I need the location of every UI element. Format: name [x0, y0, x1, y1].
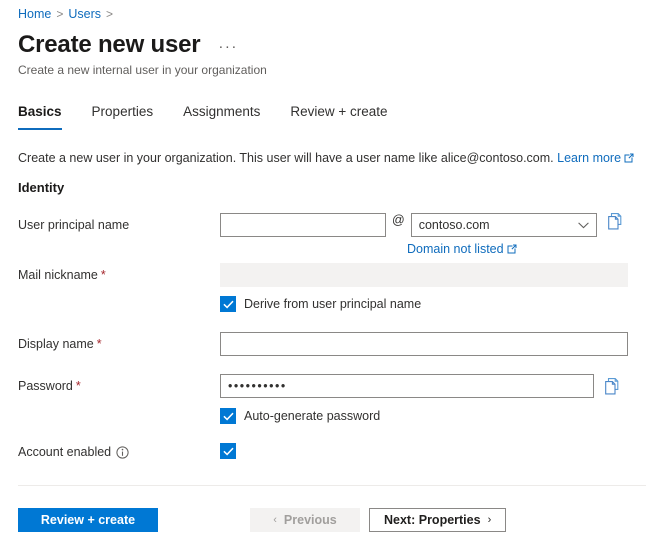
section-heading-identity: Identity: [18, 180, 65, 195]
identity-form: User principal name @ contoso.com Domain…: [0, 213, 656, 473]
label-display-name: Display name *: [0, 332, 220, 356]
field-row-display-name: Display name *: [0, 332, 656, 374]
footer-actions: Review + create ‹ Previous Next: Propert…: [18, 508, 507, 532]
breadcrumb: Home > Users >: [18, 6, 118, 22]
required-marker: *: [96, 337, 102, 351]
field-row-derive-checkbox: Derive from user principal name: [0, 296, 656, 332]
label-account-enabled: Account enabled: [0, 443, 220, 461]
more-options-button[interactable]: ···: [218, 28, 238, 62]
learn-more-link[interactable]: Learn more: [557, 151, 621, 165]
label-mail-nickname: Mail nickname *: [0, 263, 220, 287]
mail-nickname-input: [220, 263, 628, 287]
external-link-icon: [624, 151, 634, 168]
label-text: User principal name: [18, 218, 130, 232]
copy-user-principal-name-button[interactable]: [607, 213, 623, 230]
user-principal-name-input[interactable]: [220, 213, 386, 237]
breadcrumb-item-users[interactable]: Users: [68, 6, 101, 22]
breadcrumb-separator: >: [56, 7, 64, 21]
info-icon[interactable]: [116, 445, 129, 459]
page-title: Create new user: [18, 31, 201, 58]
external-link-icon: [507, 242, 517, 258]
account-enabled-checkbox[interactable]: [220, 443, 236, 459]
field-row-user-principal-name: User principal name @ contoso.com Domain…: [0, 213, 656, 263]
previous-button[interactable]: ‹ Previous: [250, 508, 360, 532]
breadcrumb-separator: >: [106, 7, 114, 21]
field-row-account-enabled: Account enabled: [0, 443, 656, 473]
at-sign-label: @: [392, 213, 405, 227]
field-row-mail-nickname: Mail nickname *: [0, 263, 656, 296]
field-row-autogenerate-checkbox: Auto-generate password: [0, 408, 656, 443]
field-row-password: Password *: [0, 374, 656, 408]
derive-from-upn-checkbox-row[interactable]: Derive from user principal name: [220, 296, 421, 312]
intro-text: Create a new user in your organization. …: [18, 151, 554, 165]
next-button-label: Next: Properties: [384, 513, 481, 527]
label-text: Display name: [18, 337, 94, 351]
domain-not-listed-link[interactable]: Domain not listed: [407, 242, 504, 256]
tab-assignments[interactable]: Assignments: [183, 103, 260, 130]
tab-properties[interactable]: Properties: [92, 103, 154, 130]
domain-select[interactable]: contoso.com: [410, 213, 597, 237]
auto-generate-password-checkbox[interactable]: [220, 408, 236, 424]
chevron-down-icon: [577, 222, 589, 229]
auto-generate-password-label: Auto-generate password: [244, 409, 381, 423]
review-create-button[interactable]: Review + create: [18, 508, 158, 532]
footer-divider: [18, 485, 646, 486]
label-user-principal-name: User principal name: [0, 213, 220, 237]
derive-from-upn-checkbox[interactable]: [220, 296, 236, 312]
tab-basics[interactable]: Basics: [18, 103, 62, 130]
label-text: Account enabled: [18, 445, 112, 459]
label-text: Password: [18, 379, 73, 393]
domain-not-listed-block: Domain not listed: [407, 241, 517, 258]
chevron-right-icon: ›: [487, 514, 492, 526]
tab-review-create[interactable]: Review + create: [290, 103, 387, 130]
next-properties-button[interactable]: Next: Properties ›: [369, 508, 507, 532]
auto-generate-password-checkbox-row[interactable]: Auto-generate password: [220, 408, 380, 424]
display-name-input[interactable]: [220, 332, 628, 356]
previous-button-label: Previous: [283, 513, 337, 527]
chevron-left-icon: ‹: [273, 514, 277, 526]
label-password: Password *: [0, 374, 220, 398]
page-subtitle: Create a new internal user in your organ…: [18, 63, 267, 77]
domain-select-value: contoso.com: [418, 218, 490, 232]
required-marker: *: [100, 268, 106, 282]
required-marker: *: [75, 379, 81, 393]
tab-bar: Basics Properties Assignments Review + c…: [18, 103, 418, 130]
copy-password-button[interactable]: [604, 377, 620, 395]
page-header: Create new user ···: [18, 28, 238, 62]
label-text: Mail nickname: [18, 268, 98, 282]
password-input[interactable]: [220, 374, 594, 398]
intro-text-block: Create a new user in your organization. …: [18, 150, 634, 168]
breadcrumb-item-home[interactable]: Home: [18, 6, 51, 22]
derive-from-upn-label: Derive from user principal name: [244, 297, 422, 311]
